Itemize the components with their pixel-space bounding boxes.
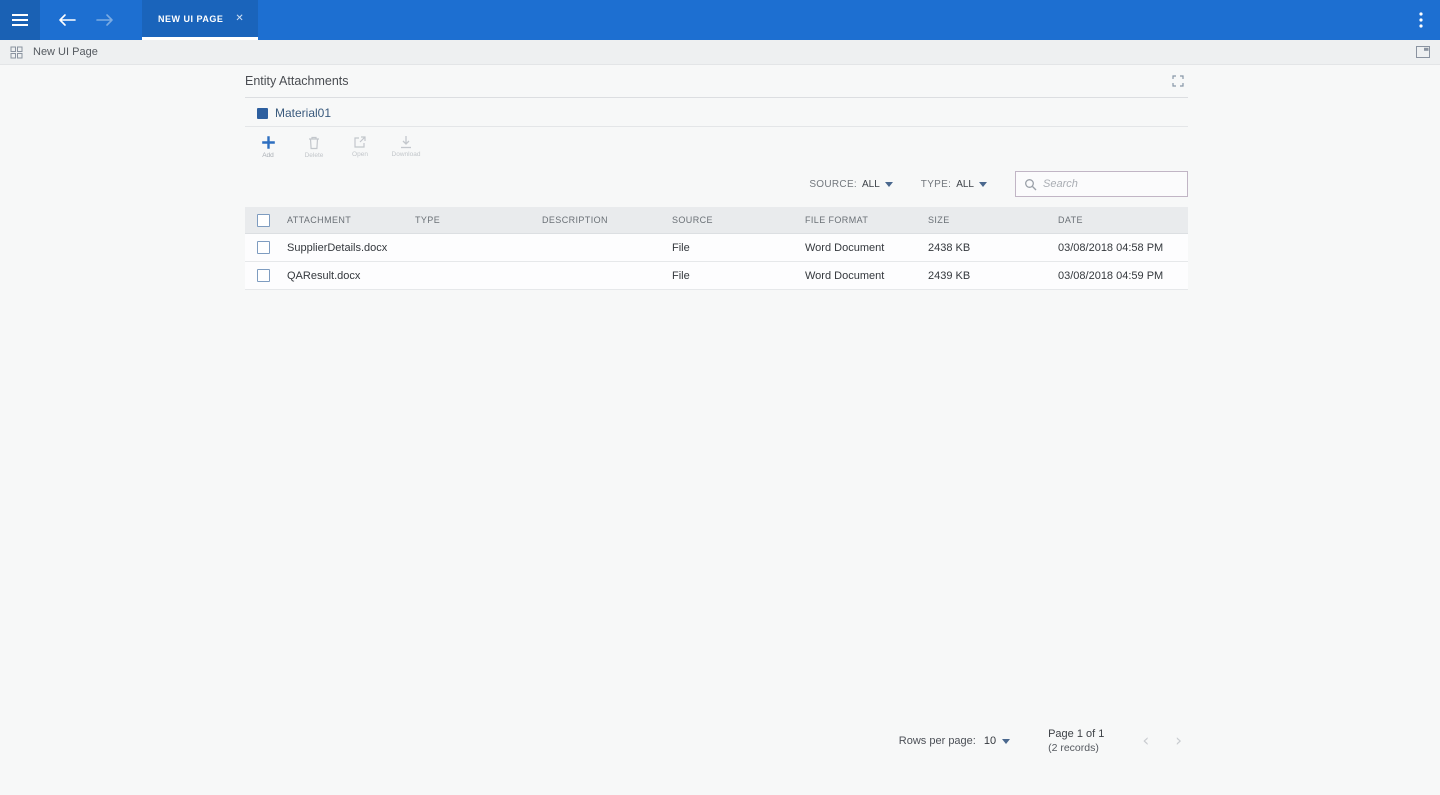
page-info: Page 1 of 1 (2 records) xyxy=(1048,728,1104,754)
select-all-checkbox[interactable] xyxy=(257,214,270,227)
download-label: Download xyxy=(392,151,421,158)
plus-icon xyxy=(261,135,276,150)
column-header-type[interactable]: TYPE xyxy=(409,215,536,225)
delete-attachment-button[interactable]: Delete xyxy=(299,135,329,159)
row-checkbox[interactable] xyxy=(257,269,270,282)
breadcrumb-label: New UI Page xyxy=(33,46,98,58)
delete-label: Delete xyxy=(305,152,324,159)
attachments-table: ATTACHMENT TYPE DESCRIPTION SOURCE FILE … xyxy=(245,207,1188,290)
cell-date: 03/08/2018 04:59 PM xyxy=(1052,270,1188,282)
entity-name: Material01 xyxy=(275,106,331,120)
column-header-size[interactable]: SIZE xyxy=(922,215,1052,225)
record-count-text: (2 records) xyxy=(1048,742,1104,754)
column-header-description[interactable]: DESCRIPTION xyxy=(536,215,666,225)
cell-file-format: Word Document xyxy=(799,242,922,254)
type-filter-value: ALL xyxy=(956,179,974,190)
top-bar: NEW UI PAGE ✕ xyxy=(0,0,1440,40)
table-row[interactable]: QAResult.docx File Word Document 2439 KB… xyxy=(245,262,1188,290)
rows-per-page-value: 10 xyxy=(984,735,996,747)
open-label: Open xyxy=(352,151,368,158)
tab-close-icon[interactable]: ✕ xyxy=(235,14,243,24)
panel-title-row: Entity Attachments xyxy=(245,65,1188,98)
grid-icon[interactable] xyxy=(10,46,23,59)
cell-size: 2438 KB xyxy=(922,242,1052,254)
cell-date: 03/08/2018 04:58 PM xyxy=(1052,242,1188,254)
back-icon[interactable] xyxy=(52,0,82,40)
rows-per-page: Rows per page: 10 xyxy=(899,735,1010,747)
entity-row: Material01 xyxy=(245,100,1188,127)
forward-icon[interactable] xyxy=(90,0,120,40)
table-row[interactable]: SupplierDetails.docx File Word Document … xyxy=(245,234,1188,262)
pager-arrows: ‹ › xyxy=(1142,733,1188,750)
previous-page-icon[interactable]: ‹ xyxy=(1142,733,1149,750)
rows-per-page-label: Rows per page: xyxy=(899,735,976,747)
source-filter-dropdown[interactable]: SOURCE: ALL xyxy=(809,179,892,190)
filter-row: SOURCE: ALL TYPE: ALL xyxy=(245,163,1188,207)
column-header-file-format[interactable]: FILE FORMAT xyxy=(799,215,922,225)
column-header-source[interactable]: SOURCE xyxy=(666,215,799,225)
next-page-icon[interactable]: › xyxy=(1175,733,1182,750)
download-icon xyxy=(399,135,413,149)
chevron-down-icon xyxy=(885,182,893,187)
rows-per-page-dropdown[interactable]: 10 xyxy=(984,735,1010,747)
column-header-attachment[interactable]: ATTACHMENT xyxy=(281,215,409,225)
attachments-toolbar: Add Delete Open Download xyxy=(245,127,1188,163)
overflow-menu-icon[interactable] xyxy=(1402,0,1440,40)
open-external-icon xyxy=(353,135,367,149)
open-attachment-button[interactable]: Open xyxy=(345,135,375,159)
entity-attachments-panel: Entity Attachments Material01 Add Delete… xyxy=(245,65,1188,290)
tab-new-ui-page[interactable]: NEW UI PAGE ✕ xyxy=(142,0,258,40)
expand-icon[interactable] xyxy=(1172,75,1188,87)
entity-icon xyxy=(257,108,268,119)
column-header-date[interactable]: DATE xyxy=(1052,215,1188,225)
download-attachment-button[interactable]: Download xyxy=(391,135,421,159)
table-header-row: ATTACHMENT TYPE DESCRIPTION SOURCE FILE … xyxy=(245,207,1188,234)
page-count-text: Page 1 of 1 xyxy=(1048,728,1104,740)
pagination-bar: Rows per page: 10 Page 1 of 1 (2 records… xyxy=(245,728,1188,754)
chevron-down-icon xyxy=(1002,739,1010,744)
cell-attachment: SupplierDetails.docx xyxy=(281,242,409,254)
add-attachment-button[interactable]: Add xyxy=(253,135,283,159)
cell-attachment: QAResult.docx xyxy=(281,270,409,282)
cell-source: File xyxy=(666,242,799,254)
search-input[interactable] xyxy=(1043,178,1179,190)
tab-label: NEW UI PAGE xyxy=(158,14,223,24)
hamburger-menu-icon[interactable] xyxy=(0,0,40,40)
type-filter-label: TYPE: xyxy=(921,179,951,190)
search-box xyxy=(1015,171,1188,197)
source-filter-value: ALL xyxy=(862,179,880,190)
panel-layout-icon[interactable] xyxy=(1416,46,1430,58)
source-filter-label: SOURCE: xyxy=(809,179,857,190)
breadcrumb-bar: New UI Page xyxy=(0,40,1440,65)
cell-file-format: Word Document xyxy=(799,270,922,282)
panel-title: Entity Attachments xyxy=(245,74,349,88)
cell-source: File xyxy=(666,270,799,282)
cell-size: 2439 KB xyxy=(922,270,1052,282)
chevron-down-icon xyxy=(979,182,987,187)
type-filter-dropdown[interactable]: TYPE: ALL xyxy=(921,179,987,190)
add-label: Add xyxy=(262,152,274,159)
search-icon xyxy=(1024,178,1037,191)
row-checkbox[interactable] xyxy=(257,241,270,254)
trash-icon xyxy=(307,135,321,150)
